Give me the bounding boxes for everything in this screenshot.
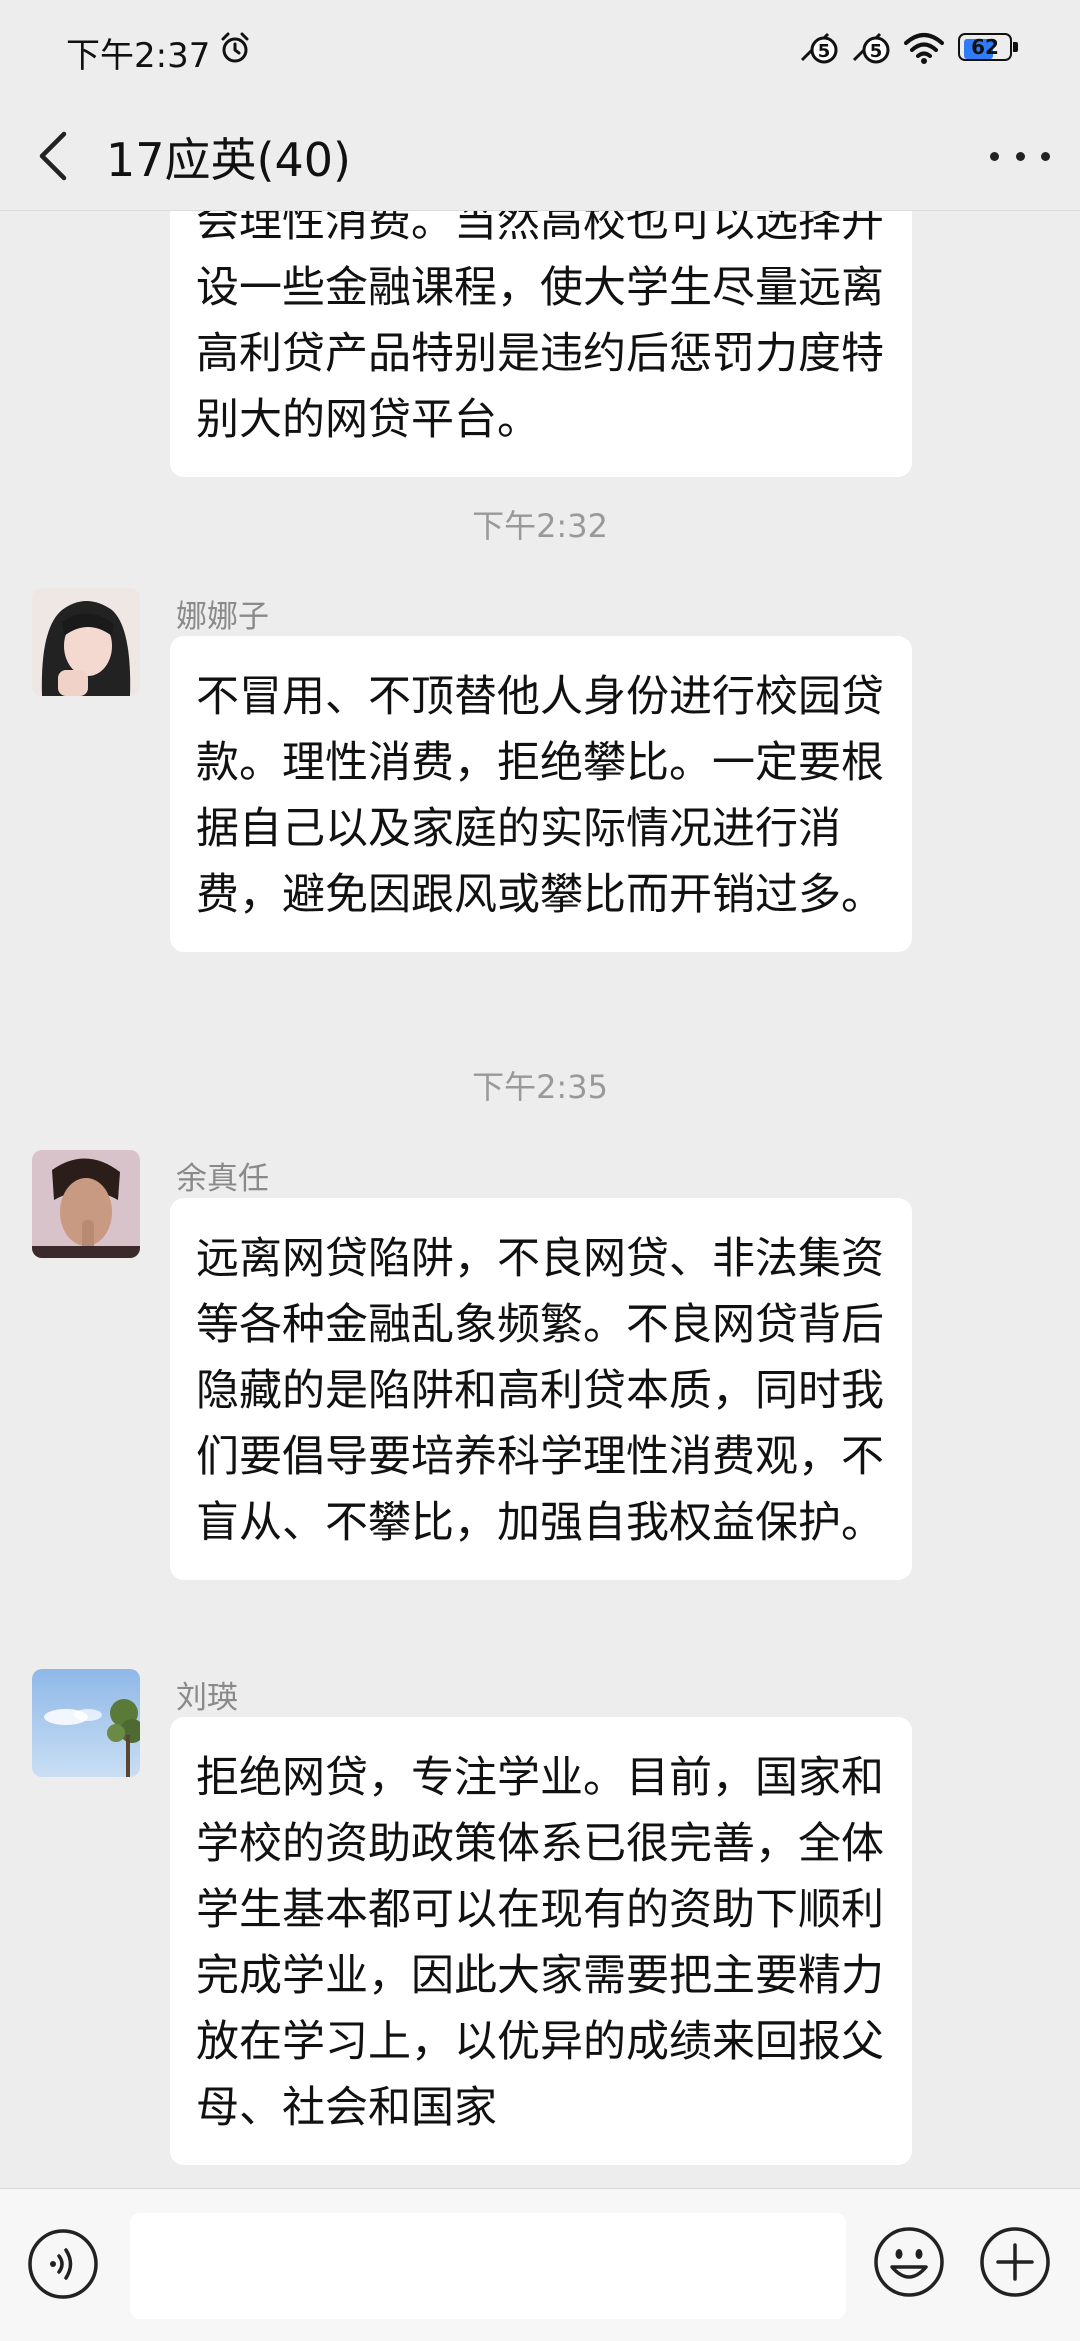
back-arrow-icon[interactable]: [34, 126, 74, 186]
status-icons: 5 5 62: [800, 30, 1020, 66]
sim-2-icon: 5: [852, 32, 890, 64]
chat-header: 17应英(40): [0, 100, 1080, 211]
message-bubble[interactable]: 拒绝网贷，专注学业。目前，国家和学校的资助政策体系已很完善，全体学生基本都可以在…: [170, 1717, 912, 2165]
battery-icon: 62: [958, 33, 1020, 63]
battery-level: 62: [971, 35, 999, 59]
status-bar: 下午2:37 5 5 62: [0, 0, 1080, 100]
chat-title: 17应英(40): [106, 133, 351, 187]
timestamp: 下午2:35: [472, 1068, 608, 1106]
avatar[interactable]: [32, 588, 140, 696]
sim-2-label: 5: [870, 41, 883, 62]
sender-name: 娜娜子: [176, 599, 269, 635]
sender-name: 余真任: [176, 1161, 269, 1197]
wifi-icon: [904, 33, 944, 64]
sim-1-icon: 5: [800, 32, 838, 64]
alarm-icon: [221, 32, 249, 63]
sender-name: 刘瑛: [176, 1680, 238, 1716]
timestamp: 下午2:32: [472, 507, 608, 545]
voice-icon[interactable]: [26, 2227, 100, 2301]
chat-area[interactable]: 会理性消费。当然高校也可以选择开设一些金融课程，使大学生尽量远离高利贷产品特别是…: [0, 211, 1080, 2188]
emoji-icon[interactable]: [872, 2225, 946, 2299]
message-bubble[interactable]: 会理性消费。当然高校也可以选择开设一些金融课程，使大学生尽量远离高利贷产品特别是…: [170, 211, 912, 477]
message-bubble[interactable]: 远离网贷陷阱，不良网贷、非法集资等各种金融乱象频繁。不良网贷背后隐藏的是陷阱和高…: [170, 1198, 912, 1580]
status-time: 下午2:37: [66, 36, 211, 76]
plus-icon[interactable]: [978, 2225, 1052, 2299]
avatar[interactable]: [32, 1669, 140, 1777]
avatar[interactable]: [32, 1150, 140, 1258]
input-bar: [0, 2188, 1080, 2341]
sim-1-label: 5: [818, 41, 831, 62]
message-input[interactable]: [130, 2213, 846, 2319]
message-bubble[interactable]: 不冒用、不顶替他人身份进行校园贷款。理性消费，拒绝攀比。一定要根据自己以及家庭的…: [170, 636, 912, 952]
more-dots-icon[interactable]: [990, 138, 1050, 174]
battery-tip: [1013, 42, 1018, 52]
